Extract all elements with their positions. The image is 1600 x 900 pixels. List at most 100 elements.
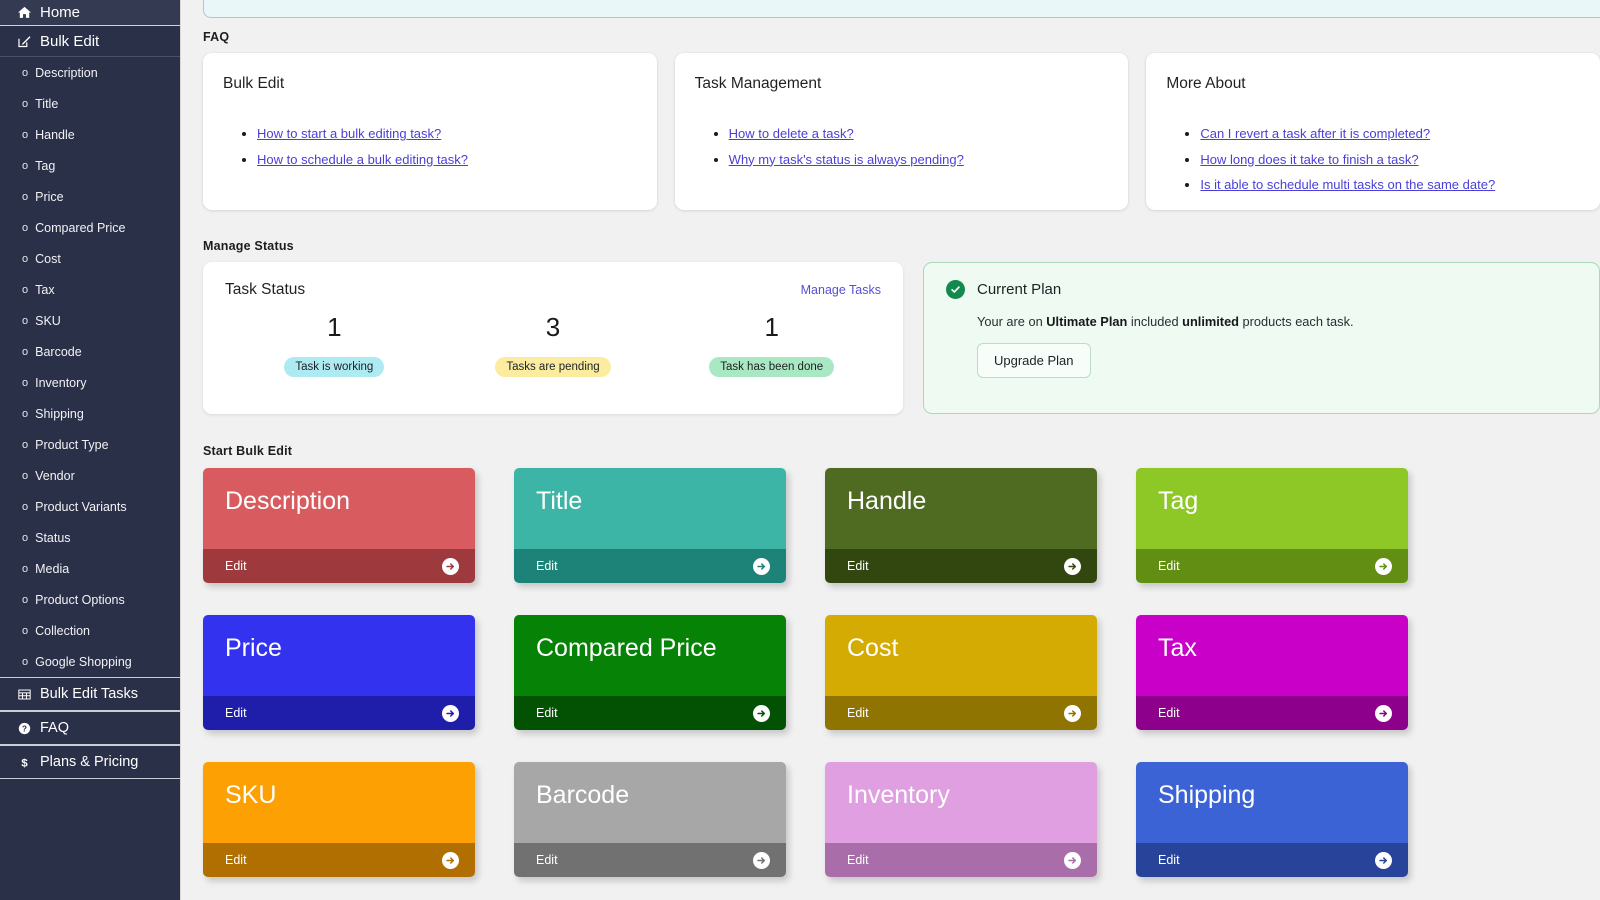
arrow-right-circle-icon[interactable]: [753, 852, 770, 869]
sidebar-item-tax[interactable]: oTax: [0, 274, 180, 305]
sidebar-item-description[interactable]: oDescription: [0, 57, 180, 88]
bulk-edit-tile-barcode[interactable]: BarcodeEdit: [514, 762, 786, 877]
bulk-edit-tile-cost[interactable]: CostEdit: [825, 615, 1097, 730]
arrow-right-circle-icon[interactable]: [753, 558, 770, 575]
tile-footer[interactable]: Edit: [825, 549, 1097, 583]
sidebar-item-handle[interactable]: oHandle: [0, 119, 180, 150]
sidebar-item-bulk-edit-tasks[interactable]: Bulk Edit Tasks: [0, 677, 180, 711]
manage-tasks-link[interactable]: Manage Tasks: [801, 283, 881, 297]
sidebar-item-label: FAQ: [40, 720, 69, 736]
bulk-edit-tile-compared-price[interactable]: Compared PriceEdit: [514, 615, 786, 730]
tile-title: Title: [514, 468, 786, 549]
arrow-right-circle-icon[interactable]: [1064, 852, 1081, 869]
faq-link[interactable]: How long does it take to finish a task?: [1200, 152, 1418, 167]
sidebar-item-barcode[interactable]: oBarcode: [0, 336, 180, 367]
tile-footer[interactable]: Edit: [1136, 549, 1408, 583]
faq-card-heading: More About: [1166, 75, 1580, 93]
task-status-card: Task Status Manage Tasks 1 Task is worki…: [203, 262, 903, 414]
sidebar-item-status[interactable]: oStatus: [0, 522, 180, 553]
faq-link[interactable]: Is it able to schedule multi tasks on th…: [1200, 177, 1495, 192]
faq-link[interactable]: How to delete a task?: [729, 126, 854, 141]
sidebar-item-tag[interactable]: oTag: [0, 150, 180, 181]
manage-status-row: Task Status Manage Tasks 1 Task is worki…: [203, 262, 1600, 414]
bulk-edit-tile-handle[interactable]: Handle Edit: [825, 468, 1097, 583]
tile-footer[interactable]: Edit: [825, 696, 1097, 730]
sidebar-section-list: Bulk Edit Tasks?FAQ$Plans & Pricing: [0, 677, 180, 779]
bulk-edit-tile-sku[interactable]: SKUEdit: [203, 762, 475, 877]
tile-footer[interactable]: Edit: [203, 549, 475, 583]
arrow-right-circle-icon[interactable]: [1064, 558, 1081, 575]
arrow-right-circle-icon[interactable]: [442, 558, 459, 575]
arrow-right-circle-icon[interactable]: [1375, 558, 1392, 575]
stat-value: 1: [225, 311, 444, 344]
sidebar-item-product-type[interactable]: oProduct Type: [0, 429, 180, 460]
bulk-edit-tile-tag[interactable]: TagEdit: [1136, 468, 1408, 583]
svg-text:$: $: [21, 757, 28, 768]
sidebar-item-shipping[interactable]: oShipping: [0, 398, 180, 429]
bulk-edit-tile-shipping[interactable]: ShippingEdit: [1136, 762, 1408, 877]
upgrade-plan-button[interactable]: Upgrade Plan: [977, 343, 1091, 378]
arrow-right-circle-icon[interactable]: [753, 705, 770, 722]
sidebar-item-product-variants[interactable]: oProduct Variants: [0, 491, 180, 522]
sidebar-item-google-shopping[interactable]: oGoogle Shopping: [0, 646, 180, 677]
bullet-icon: o: [22, 408, 28, 420]
tile-footer[interactable]: Edit: [1136, 696, 1408, 730]
sidebar-item-inventory[interactable]: oInventory: [0, 367, 180, 398]
list-item: How to schedule a bulk editing task?: [257, 149, 637, 171]
bulk-edit-tile-tax[interactable]: TaxEdit: [1136, 615, 1408, 730]
faq-card-bulk-edit: Bulk Edit How to start a bulk editing ta…: [203, 53, 657, 210]
sidebar-item-cost[interactable]: oCost: [0, 243, 180, 274]
sidebar-item-label: Status: [35, 531, 70, 545]
sidebar-item-vendor[interactable]: oVendor: [0, 460, 180, 491]
faq-link[interactable]: How to schedule a bulk editing task?: [257, 152, 468, 167]
tile-title: SKU: [203, 762, 475, 843]
faq-link[interactable]: Can I revert a task after it is complete…: [1200, 126, 1430, 141]
sidebar-item-label: Product Variants: [35, 500, 126, 514]
sidebar-item-plans-pricing[interactable]: $Plans & Pricing: [0, 745, 180, 779]
arrow-right-circle-icon[interactable]: [1064, 705, 1081, 722]
bulk-edit-tile-title[interactable]: TitleEdit: [514, 468, 786, 583]
sidebar-bulk-edit-label: Bulk Edit: [40, 33, 99, 50]
sidebar-item-product-options[interactable]: oProduct Options: [0, 584, 180, 615]
arrow-right-circle-icon[interactable]: [442, 852, 459, 869]
faq-card-heading: Bulk Edit: [223, 75, 637, 93]
arrow-right-circle-icon[interactable]: [442, 705, 459, 722]
tile-footer[interactable]: Edit: [1136, 843, 1408, 877]
faq-link[interactable]: Why my task's status is always pending?: [729, 152, 964, 167]
tile-edit-label: Edit: [847, 559, 869, 573]
tile-title: Handle: [825, 468, 1097, 549]
tile-footer[interactable]: Edit: [825, 843, 1097, 877]
tile-footer[interactable]: Edit: [203, 843, 475, 877]
sidebar-item-collection[interactable]: oCollection: [0, 615, 180, 646]
sidebar-item-price[interactable]: oPrice: [0, 181, 180, 212]
sidebar-item-compared-price[interactable]: oCompared Price: [0, 212, 180, 243]
dollar-icon: $: [16, 756, 33, 769]
tile-footer[interactable]: Edit: [514, 843, 786, 877]
sidebar-item-label: Vendor: [35, 469, 75, 483]
sidebar-item-faq[interactable]: ?FAQ: [0, 711, 180, 745]
tile-edit-label: Edit: [225, 559, 247, 573]
tile-footer[interactable]: Edit: [514, 549, 786, 583]
list-item: Is it able to schedule multi tasks on th…: [1200, 174, 1580, 196]
tile-title: Shipping: [1136, 762, 1408, 843]
tile-footer[interactable]: Edit: [203, 696, 475, 730]
bullet-icon: o: [22, 346, 28, 358]
arrow-right-circle-icon[interactable]: [1375, 705, 1392, 722]
plan-limit: unlimited: [1182, 314, 1239, 329]
faq-link[interactable]: How to start a bulk editing task?: [257, 126, 441, 141]
arrow-right-circle-icon[interactable]: [1375, 852, 1392, 869]
sidebar-item-media[interactable]: oMedia: [0, 553, 180, 584]
bulk-edit-tile-price[interactable]: PriceEdit: [203, 615, 475, 730]
tile-title: Tag: [1136, 468, 1408, 549]
bulk-edit-tile-inventory[interactable]: InventoryEdit: [825, 762, 1097, 877]
bullet-icon: o: [22, 67, 28, 79]
sidebar-item-bulk-edit[interactable]: Bulk Edit: [0, 26, 180, 57]
faq-link-list: How to start a bulk editing task? How to…: [257, 123, 637, 170]
bulk-edit-tile-description[interactable]: DescriptionEdit: [203, 468, 475, 583]
faq-card-task-management: Task Management How to delete a task? Wh…: [675, 53, 1129, 210]
bullet-icon: o: [22, 129, 28, 141]
sidebar-item-sku[interactable]: oSKU: [0, 305, 180, 336]
sidebar-item-title[interactable]: oTitle: [0, 88, 180, 119]
tile-footer[interactable]: Edit: [514, 696, 786, 730]
sidebar-item-home[interactable]: Home: [0, 0, 180, 26]
